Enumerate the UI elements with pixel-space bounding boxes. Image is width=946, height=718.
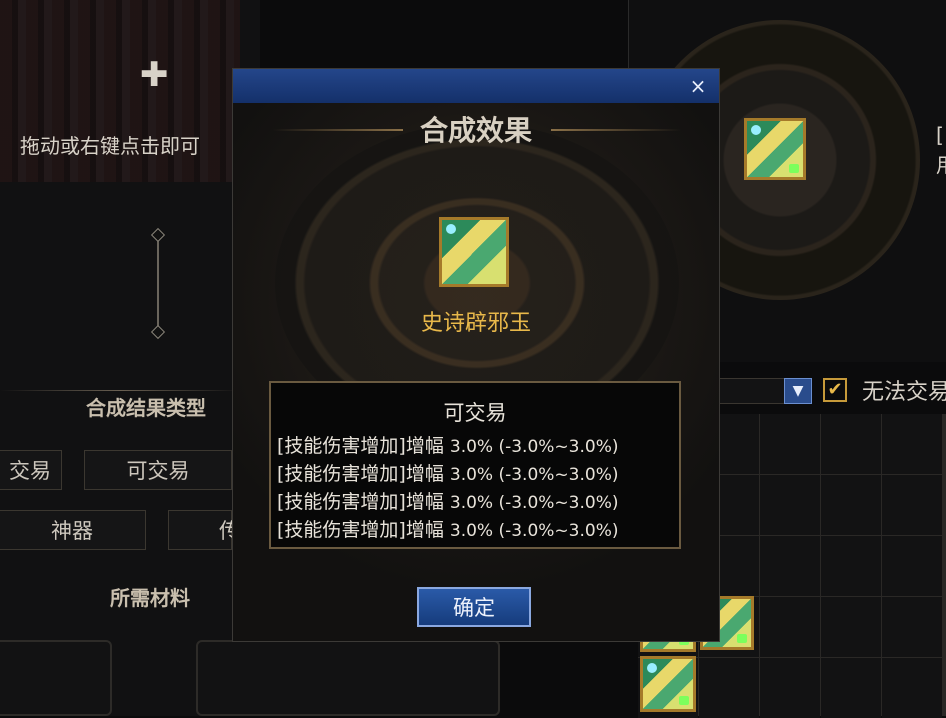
inventory-slot[interactable] (821, 414, 881, 474)
inventory-slot[interactable] (882, 536, 942, 596)
dropdown-arrow-icon[interactable]: ▼ (784, 378, 812, 404)
inventory-slot[interactable] (760, 475, 820, 535)
stat-value: 3.0% (-3.0%~3.0%) (449, 493, 619, 513)
dialog-title-bar[interactable]: × (233, 69, 719, 103)
untradeable-label: 无法交易 (862, 380, 946, 405)
inventory-slot[interactable] (760, 658, 820, 718)
side-text-line-1: [ (936, 123, 944, 147)
inventory-slot[interactable] (821, 658, 881, 718)
type-button-artifact[interactable]: 神器 (0, 510, 146, 550)
result-type-title: 合成结果类型 (86, 396, 206, 420)
stat-label: [技能伤害增加]增幅 (277, 519, 444, 541)
inventory-slot[interactable] (882, 658, 942, 718)
cross-cursor-icon: ✚ (140, 55, 169, 95)
stat-label: [技能伤害增加]增幅 (277, 491, 444, 513)
stat-label: [技能伤害增加]增幅 (277, 435, 444, 457)
stat-row: [技能伤害增加]增幅 3.0% (-3.0%~3.0%) (277, 431, 619, 458)
side-text-line-2: 用 (936, 150, 946, 180)
stat-row: [技能伤害增加]增幅 3.0% (-3.0%~3.0%) (277, 515, 619, 542)
confirm-button[interactable]: 确定 (417, 587, 531, 627)
stat-value: 3.0% (-3.0%~3.0%) (449, 465, 619, 485)
inventory-slot[interactable] (760, 414, 820, 474)
epic-jade-item-icon[interactable] (744, 118, 806, 180)
inventory-slot[interactable] (699, 658, 759, 718)
inventory-slot[interactable] (821, 475, 881, 535)
checkmark-icon: ✔ (827, 379, 843, 400)
epic-jade-item-icon[interactable] (439, 217, 509, 287)
inventory-slot[interactable] (821, 597, 881, 657)
inventory-slot[interactable] (882, 475, 942, 535)
synthesis-result-dialog: × 合成效果 史诗辟邪玉 可交易 [技能伤害增加]增幅 3.0% (-3.0%~… (232, 68, 720, 642)
vertical-slider-track[interactable] (157, 236, 159, 332)
dialog-title: 合成效果 (419, 114, 532, 147)
material-slot-1[interactable] (0, 640, 112, 716)
untradeable-checkbox[interactable]: ✔ (823, 378, 847, 402)
result-item-name: 史诗辟邪玉 (420, 311, 531, 336)
type-button-trade[interactable]: 交易 (0, 450, 62, 490)
drag-instruction-text: 拖动或右键点击即可 (20, 134, 200, 158)
epic-jade-item-icon[interactable] (640, 656, 696, 712)
stat-value: 3.0% (-3.0%~3.0%) (449, 521, 619, 541)
stat-row: [技能伤害增加]增幅 3.0% (-3.0%~3.0%) (277, 459, 619, 486)
tradeable-status: 可交易 (443, 401, 507, 425)
inventory-slot[interactable] (760, 597, 820, 657)
inventory-slot[interactable] (882, 414, 942, 474)
stat-label: [技能伤害增加]增幅 (277, 463, 444, 485)
type-button-legendary[interactable]: 传 (168, 510, 240, 550)
right-side-text: [ 用 (936, 120, 946, 180)
materials-title: 所需材料 (110, 586, 190, 610)
inventory-slot[interactable] (821, 536, 881, 596)
filter-dropdown-field[interactable] (716, 378, 784, 404)
material-slot-2[interactable] (196, 640, 500, 716)
stat-value: 3.0% (-3.0%~3.0%) (449, 437, 619, 457)
divider (0, 390, 240, 391)
stats-box: 可交易 [技能伤害增加]增幅 3.0% (-3.0%~3.0%) [技能伤害增加… (269, 381, 681, 549)
inventory-slot[interactable] (760, 536, 820, 596)
stat-row: [技能伤害增加]增幅 3.0% (-3.0%~3.0%) (277, 487, 619, 514)
type-button-tradeable[interactable]: 可交易 (84, 450, 232, 490)
close-icon[interactable]: × (687, 75, 709, 97)
inventory-slot[interactable] (882, 597, 942, 657)
